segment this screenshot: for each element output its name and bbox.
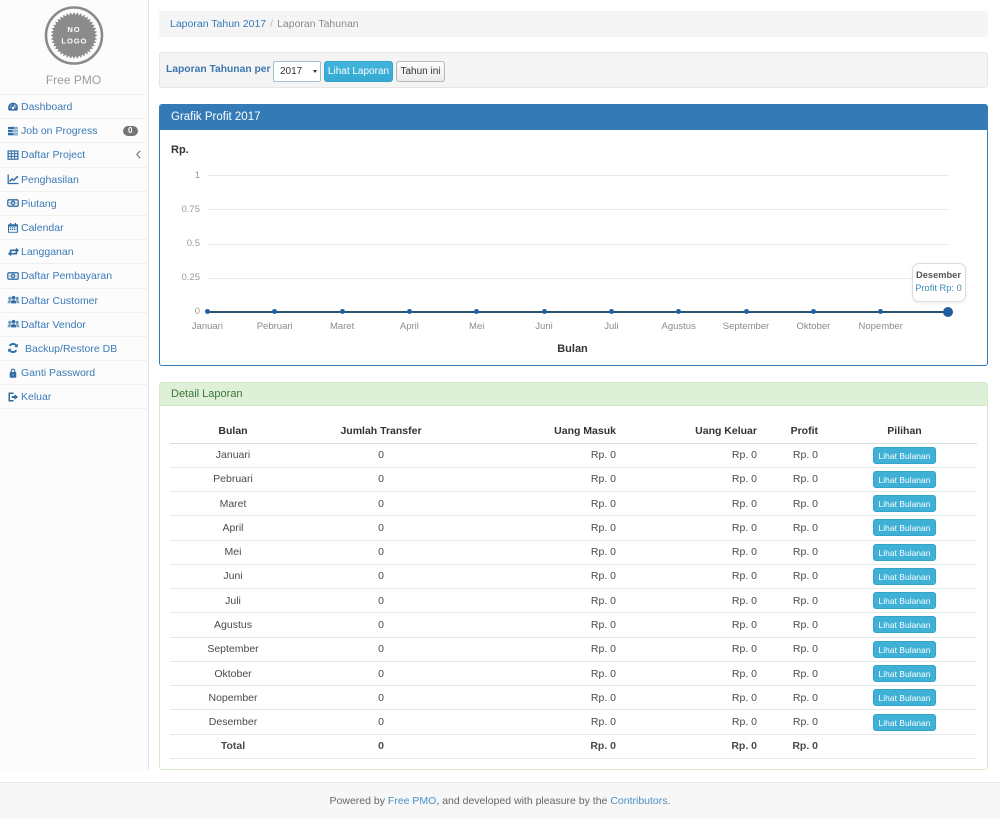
svg-text:NO: NO bbox=[67, 25, 80, 34]
svg-text:LOGO: LOGO bbox=[61, 37, 87, 46]
